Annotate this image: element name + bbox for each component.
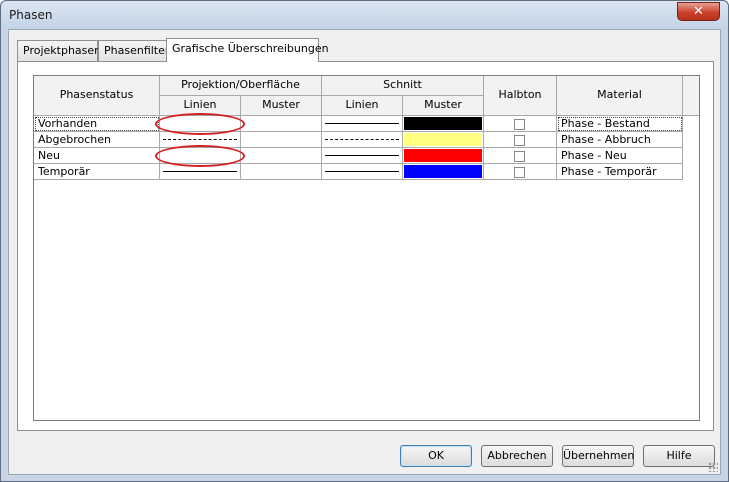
row-temporaer-halbton[interactable] — [484, 164, 557, 180]
row-neu-projektion-muster[interactable] — [241, 148, 322, 164]
row-temporaer-schnitt-muster[interactable] — [403, 164, 484, 180]
resize-grip-icon[interactable] — [708, 462, 718, 472]
line-sample — [325, 171, 399, 172]
halbton-checkbox[interactable] — [514, 167, 525, 178]
row-abgebrochen-schnitt-linien[interactable] — [322, 132, 403, 148]
row-vorhanden-schnitt-muster[interactable] — [403, 116, 484, 132]
header-schnitt-linien[interactable]: Linien — [322, 96, 403, 116]
highlight-ellipse-neu — [155, 145, 245, 167]
ok-button[interactable]: OK — [400, 445, 472, 467]
header-schnitt[interactable]: Schnitt — [322, 76, 484, 96]
row-abgebrochen-material[interactable]: Phase - Abbruch — [557, 132, 683, 148]
header-phasenstatus[interactable]: Phasenstatus — [34, 76, 160, 116]
tab-panel: Phasenstatus Projektion/Oberfläche Linie… — [17, 61, 714, 431]
header-material[interactable]: Material — [557, 76, 683, 116]
line-sample — [325, 123, 399, 124]
tab-grafische-ueberschreibungen[interactable]: Grafische Überschreibungen — [166, 38, 329, 62]
row-neu-schnitt-muster[interactable] — [403, 148, 484, 164]
cancel-button[interactable]: Abbrechen — [481, 445, 553, 467]
row-temporaer-schnitt-linien[interactable] — [322, 164, 403, 180]
row-vorhanden-schnitt-linien[interactable] — [322, 116, 403, 132]
halbton-checkbox[interactable] — [514, 151, 525, 162]
highlight-ellipse-vorhanden — [155, 113, 245, 135]
line-sample — [325, 155, 399, 156]
row-temporaer-projektion-muster[interactable] — [241, 164, 322, 180]
color-swatch — [404, 117, 482, 130]
row-abgebrochen-projektion-muster[interactable] — [241, 132, 322, 148]
color-swatch — [404, 149, 482, 162]
halbton-checkbox[interactable] — [514, 135, 525, 146]
line-sample — [163, 139, 237, 140]
line-sample — [163, 171, 237, 172]
close-button[interactable]: ✕ — [677, 2, 720, 21]
row-status-temporaer[interactable]: Temporär — [34, 164, 160, 180]
row-temporaer-material[interactable]: Phase - Temporär — [557, 164, 683, 180]
row-vorhanden-halbton[interactable] — [484, 116, 557, 132]
help-button[interactable]: Hilfe — [643, 445, 715, 467]
row-status-abgebrochen[interactable]: Abgebrochen — [34, 132, 160, 148]
row-neu-schnitt-linien[interactable] — [322, 148, 403, 164]
tab-phasenfilter[interactable]: Phasenfilter — [98, 40, 169, 61]
dialog-client-area: Projektphasen Phasenfilter Grafische Übe… — [8, 29, 721, 475]
header-projektion[interactable]: Projektion/Oberfläche — [160, 76, 322, 96]
row-status-vorhanden[interactable]: Vorhanden — [34, 116, 160, 132]
tab-projektphasen[interactable]: Projektphasen — [17, 40, 101, 61]
phase-overrides-grid[interactable]: Phasenstatus Projektion/Oberfläche Linie… — [33, 75, 700, 421]
row-status-neu[interactable]: Neu — [34, 148, 160, 164]
row-neu-halbton[interactable] — [484, 148, 557, 164]
header-projektion-muster[interactable]: Muster — [241, 96, 322, 116]
line-sample — [325, 139, 399, 140]
row-neu-material[interactable]: Phase - Neu — [557, 148, 683, 164]
close-icon: ✕ — [693, 4, 704, 19]
row-abgebrochen-halbton[interactable] — [484, 132, 557, 148]
apply-button[interactable]: Übernehmen — [562, 445, 634, 467]
row-vorhanden-material[interactable]: Phase - Bestand — [557, 116, 683, 132]
halbton-checkbox[interactable] — [514, 119, 525, 130]
header-filler — [683, 76, 699, 116]
color-swatch — [404, 133, 482, 146]
title-bar: Phasen ✕ — [1, 1, 728, 29]
header-schnitt-muster[interactable]: Muster — [403, 96, 484, 116]
color-swatch — [404, 165, 482, 178]
row-abgebrochen-schnitt-muster[interactable] — [403, 132, 484, 148]
header-halbton[interactable]: Halbton — [484, 76, 557, 116]
phasen-dialog: Phasen ✕ Projektphasen Phasenfilter Graf… — [0, 0, 729, 482]
row-vorhanden-projektion-muster[interactable] — [241, 116, 322, 132]
window-title: Phasen — [9, 8, 53, 22]
